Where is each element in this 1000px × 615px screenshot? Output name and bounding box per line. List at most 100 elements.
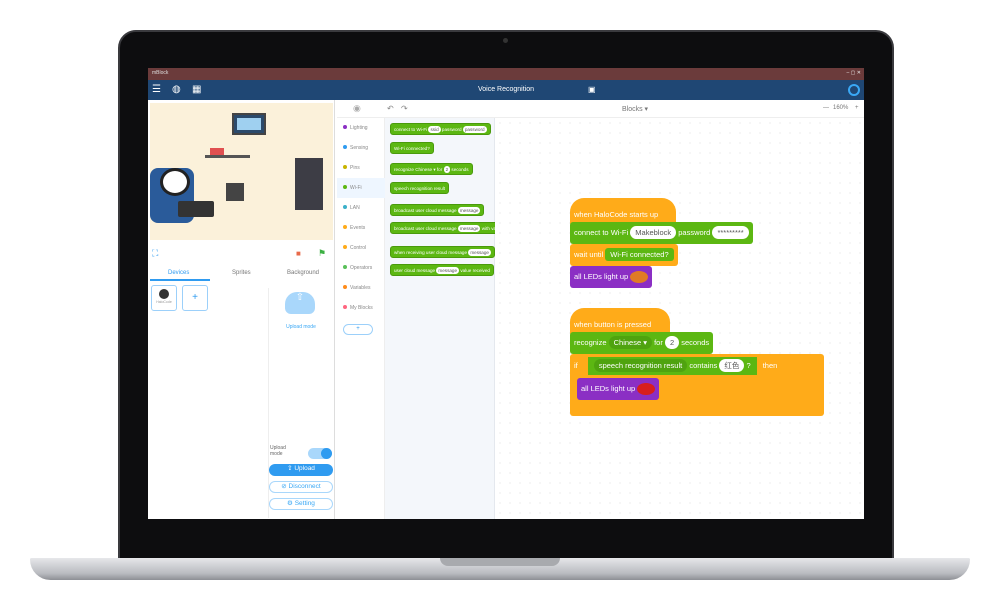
device-halocode[interactable]: HaloCode — [151, 285, 177, 311]
wifi-connected-condition[interactable]: Wi-Fi connected? — [605, 248, 674, 261]
label: all LEDs light up — [581, 384, 636, 393]
category-label: Lighting — [350, 125, 368, 131]
seconds-input[interactable]: 2 — [664, 336, 680, 349]
category-variables[interactable]: Variables — [337, 278, 385, 298]
category-label: Wi-Fi — [350, 185, 362, 191]
extension-icon[interactable]: ◉ — [353, 103, 361, 114]
disconnect-button[interactable]: ⊘ Disconnect — [269, 481, 333, 493]
block-input[interactable]: message — [436, 267, 460, 274]
block-input[interactable]: message — [457, 207, 481, 214]
panda-avatar — [160, 168, 190, 196]
ssid-input[interactable]: Makeblock — [630, 226, 677, 239]
category-my-blocks[interactable]: My Blocks — [337, 298, 385, 318]
block-input[interactable]: message — [457, 225, 481, 232]
block-all-leds[interactable]: all LEDs light up — [570, 266, 653, 288]
category-label: Events — [350, 225, 366, 231]
category-dot-icon — [343, 165, 347, 169]
upload-mode-toggle[interactable] — [308, 448, 332, 459]
category-lighting[interactable]: Lighting — [337, 118, 385, 138]
block-text: user cloud message — [394, 268, 436, 273]
block-connect-wifi[interactable]: connect to Wi-Fi Makeblock password ****… — [570, 222, 753, 244]
window-controls[interactable]: – ▢ ✕ — [847, 70, 861, 76]
contains-operator[interactable]: speech recognition result contains 红色 ? — [587, 357, 757, 375]
laptop-notch — [440, 558, 560, 566]
block-input[interactable]: password — [462, 126, 487, 133]
shelf — [205, 155, 250, 158]
palette-block[interactable]: broadcast user cloud message message — [390, 204, 485, 216]
category-sensing[interactable]: Sensing — [337, 138, 385, 158]
stop-icon[interactable]: ■ — [296, 249, 301, 258]
laptop-on-desk — [178, 201, 214, 217]
block-all-leds[interactable]: all LEDs light up — [577, 378, 660, 400]
dresser — [295, 158, 323, 210]
category-control[interactable]: Control — [337, 238, 385, 258]
category-operators[interactable]: Operators — [337, 258, 385, 278]
books — [210, 148, 224, 155]
upload-label: Upload — [294, 465, 315, 472]
block-wait-until[interactable]: wait until Wi-Fi connected? — [570, 244, 678, 266]
block-input[interactable]: ssid — [428, 126, 441, 133]
category-pins[interactable]: Pins — [337, 158, 385, 178]
category-dot-icon — [343, 145, 347, 149]
word-input[interactable]: 红色 — [719, 359, 745, 372]
zoom-in-button[interactable]: + — [855, 105, 859, 111]
save-icon[interactable]: ▣ — [588, 85, 596, 94]
disconnect-label: Disconnect — [288, 483, 321, 490]
category-lan[interactable]: LAN — [337, 198, 385, 218]
user-icon[interactable] — [848, 84, 860, 96]
block-text: when receiving user cloud message — [394, 250, 468, 255]
speech-result-reporter[interactable]: speech recognition result — [593, 359, 688, 372]
tab-sprites[interactable]: Sprites — [232, 270, 251, 276]
top-nav: ☰ ◍ ▦ Voice Recognition ▣ — [148, 80, 864, 100]
window-titlebar: mBlock – ▢ ✕ — [148, 68, 864, 80]
fullscreen-icon[interactable]: ⛶ — [152, 248, 158, 259]
palette-block[interactable]: speech recognition result — [390, 182, 450, 194]
category-wi-fi[interactable]: Wi-Fi — [337, 178, 385, 198]
password-input[interactable]: ********* — [712, 226, 749, 239]
block-text: password — [441, 127, 462, 132]
palette-block[interactable]: recognize Chinese ▾ for 2 seconds — [390, 163, 473, 175]
palette-block[interactable]: connect to Wi-Fi ssid password password — [390, 123, 491, 135]
link-icon: ⊘ — [281, 483, 289, 490]
label: wait until — [574, 250, 604, 259]
upload-button[interactable]: ⇪ Upload — [269, 464, 333, 476]
category-label: Control — [350, 245, 367, 251]
setting-label: Setting — [294, 500, 315, 507]
block-input[interactable]: message — [468, 249, 491, 256]
color-picker[interactable] — [630, 271, 649, 284]
block-input[interactable]: 2 — [443, 166, 451, 173]
project-title[interactable]: Voice Recognition — [148, 86, 864, 93]
block-text: recognize Chinese ▾ for — [394, 167, 443, 172]
add-extension-button[interactable]: + — [343, 324, 373, 335]
upload-mode-icon: ⇧ — [285, 292, 315, 314]
script-workspace: when HaloCode starts up connect to Wi-Fi… — [495, 118, 864, 519]
category-dot-icon — [343, 125, 347, 129]
palette-block[interactable]: user cloud message message value receive… — [390, 264, 494, 276]
undo-icon[interactable]: ↶ — [387, 104, 394, 113]
gear-icon: ⚙ — [287, 500, 295, 507]
zoom-level: 160% — [833, 105, 849, 111]
palette-block[interactable]: when receiving user cloud message messag… — [390, 246, 495, 258]
block-recognize[interactable]: recognize Chinese ▾ for 2 seconds — [570, 332, 714, 354]
redo-icon[interactable]: ↷ — [401, 104, 408, 113]
tab-background[interactable]: Background — [287, 270, 319, 276]
label: connect to Wi-Fi — [574, 228, 629, 237]
setting-button[interactable]: ⚙ Setting — [269, 498, 333, 510]
tab-devices[interactable]: Devices — [168, 270, 189, 276]
category-dot-icon — [343, 285, 347, 289]
language-dropdown[interactable]: Chinese ▾ — [608, 336, 652, 349]
palette-block[interactable]: Wi-Fi connected? — [390, 142, 434, 154]
category-events[interactable]: Events — [337, 218, 385, 238]
mode-selector[interactable]: Blocks ▾ — [622, 105, 648, 113]
category-dot-icon — [343, 225, 347, 229]
color-picker[interactable] — [637, 383, 656, 396]
go-flag-icon[interactable]: ⚑ — [318, 248, 326, 259]
block-text: connect to Wi-Fi — [394, 127, 428, 132]
label: for — [654, 338, 663, 347]
block-text: broadcast user cloud message — [394, 208, 457, 213]
block-text: broadcast user cloud message — [394, 226, 457, 231]
category-dot-icon — [343, 245, 347, 249]
add-device-button[interactable]: + — [182, 285, 208, 311]
label: then — [762, 361, 778, 370]
zoom-out-button[interactable]: — — [823, 105, 829, 111]
